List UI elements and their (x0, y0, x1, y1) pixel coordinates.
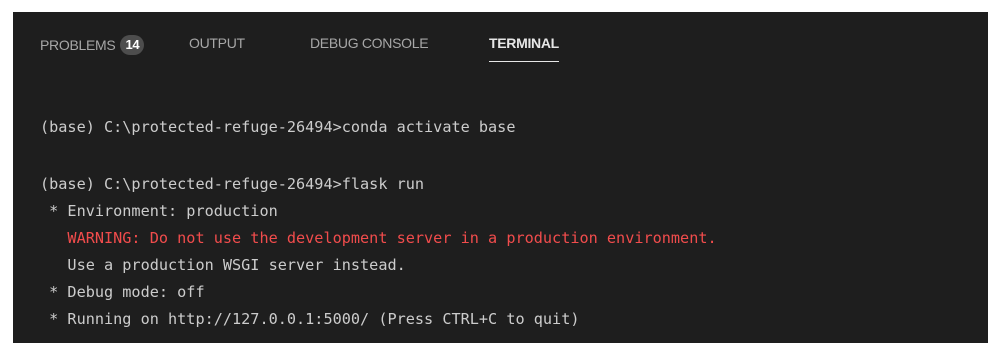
terminal-panel: PROBLEMS 14 OUTPUT DEBUG CONSOLE TERMINAL… (13, 12, 988, 343)
terminal-line: Use a production WSGI server instead. (40, 256, 406, 274)
tab-terminal[interactable]: TERMINAL (489, 35, 559, 62)
terminal-line: * Environment: production (40, 202, 278, 220)
tab-debug-console-label: DEBUG CONSOLE (310, 35, 429, 51)
terminal-line: (base) C:\protected-refuge-26494>flask r… (40, 175, 425, 193)
tab-output-label: OUTPUT (189, 35, 245, 51)
active-tab-indicator (489, 61, 559, 62)
tab-terminal-label: TERMINAL (489, 35, 559, 51)
terminal-line: (base) C:\protected-refuge-26494>conda a… (40, 118, 516, 136)
terminal-line: * Running on http://127.0.0.1:5000/ (Pre… (40, 310, 580, 328)
terminal-line: * Debug mode: off (40, 283, 205, 301)
tab-problems[interactable]: PROBLEMS 14 (40, 35, 145, 59)
tab-problems-label: PROBLEMS (40, 37, 116, 53)
problems-count-badge: 14 (120, 35, 145, 55)
tab-output[interactable]: OUTPUT (189, 35, 245, 59)
panel-tab-bar: PROBLEMS 14 OUTPUT DEBUG CONSOLE TERMINAL (13, 12, 988, 70)
terminal-warning-line: WARNING: Do not use the development serv… (40, 229, 717, 247)
tab-debug-console[interactable]: DEBUG CONSOLE (310, 35, 429, 59)
